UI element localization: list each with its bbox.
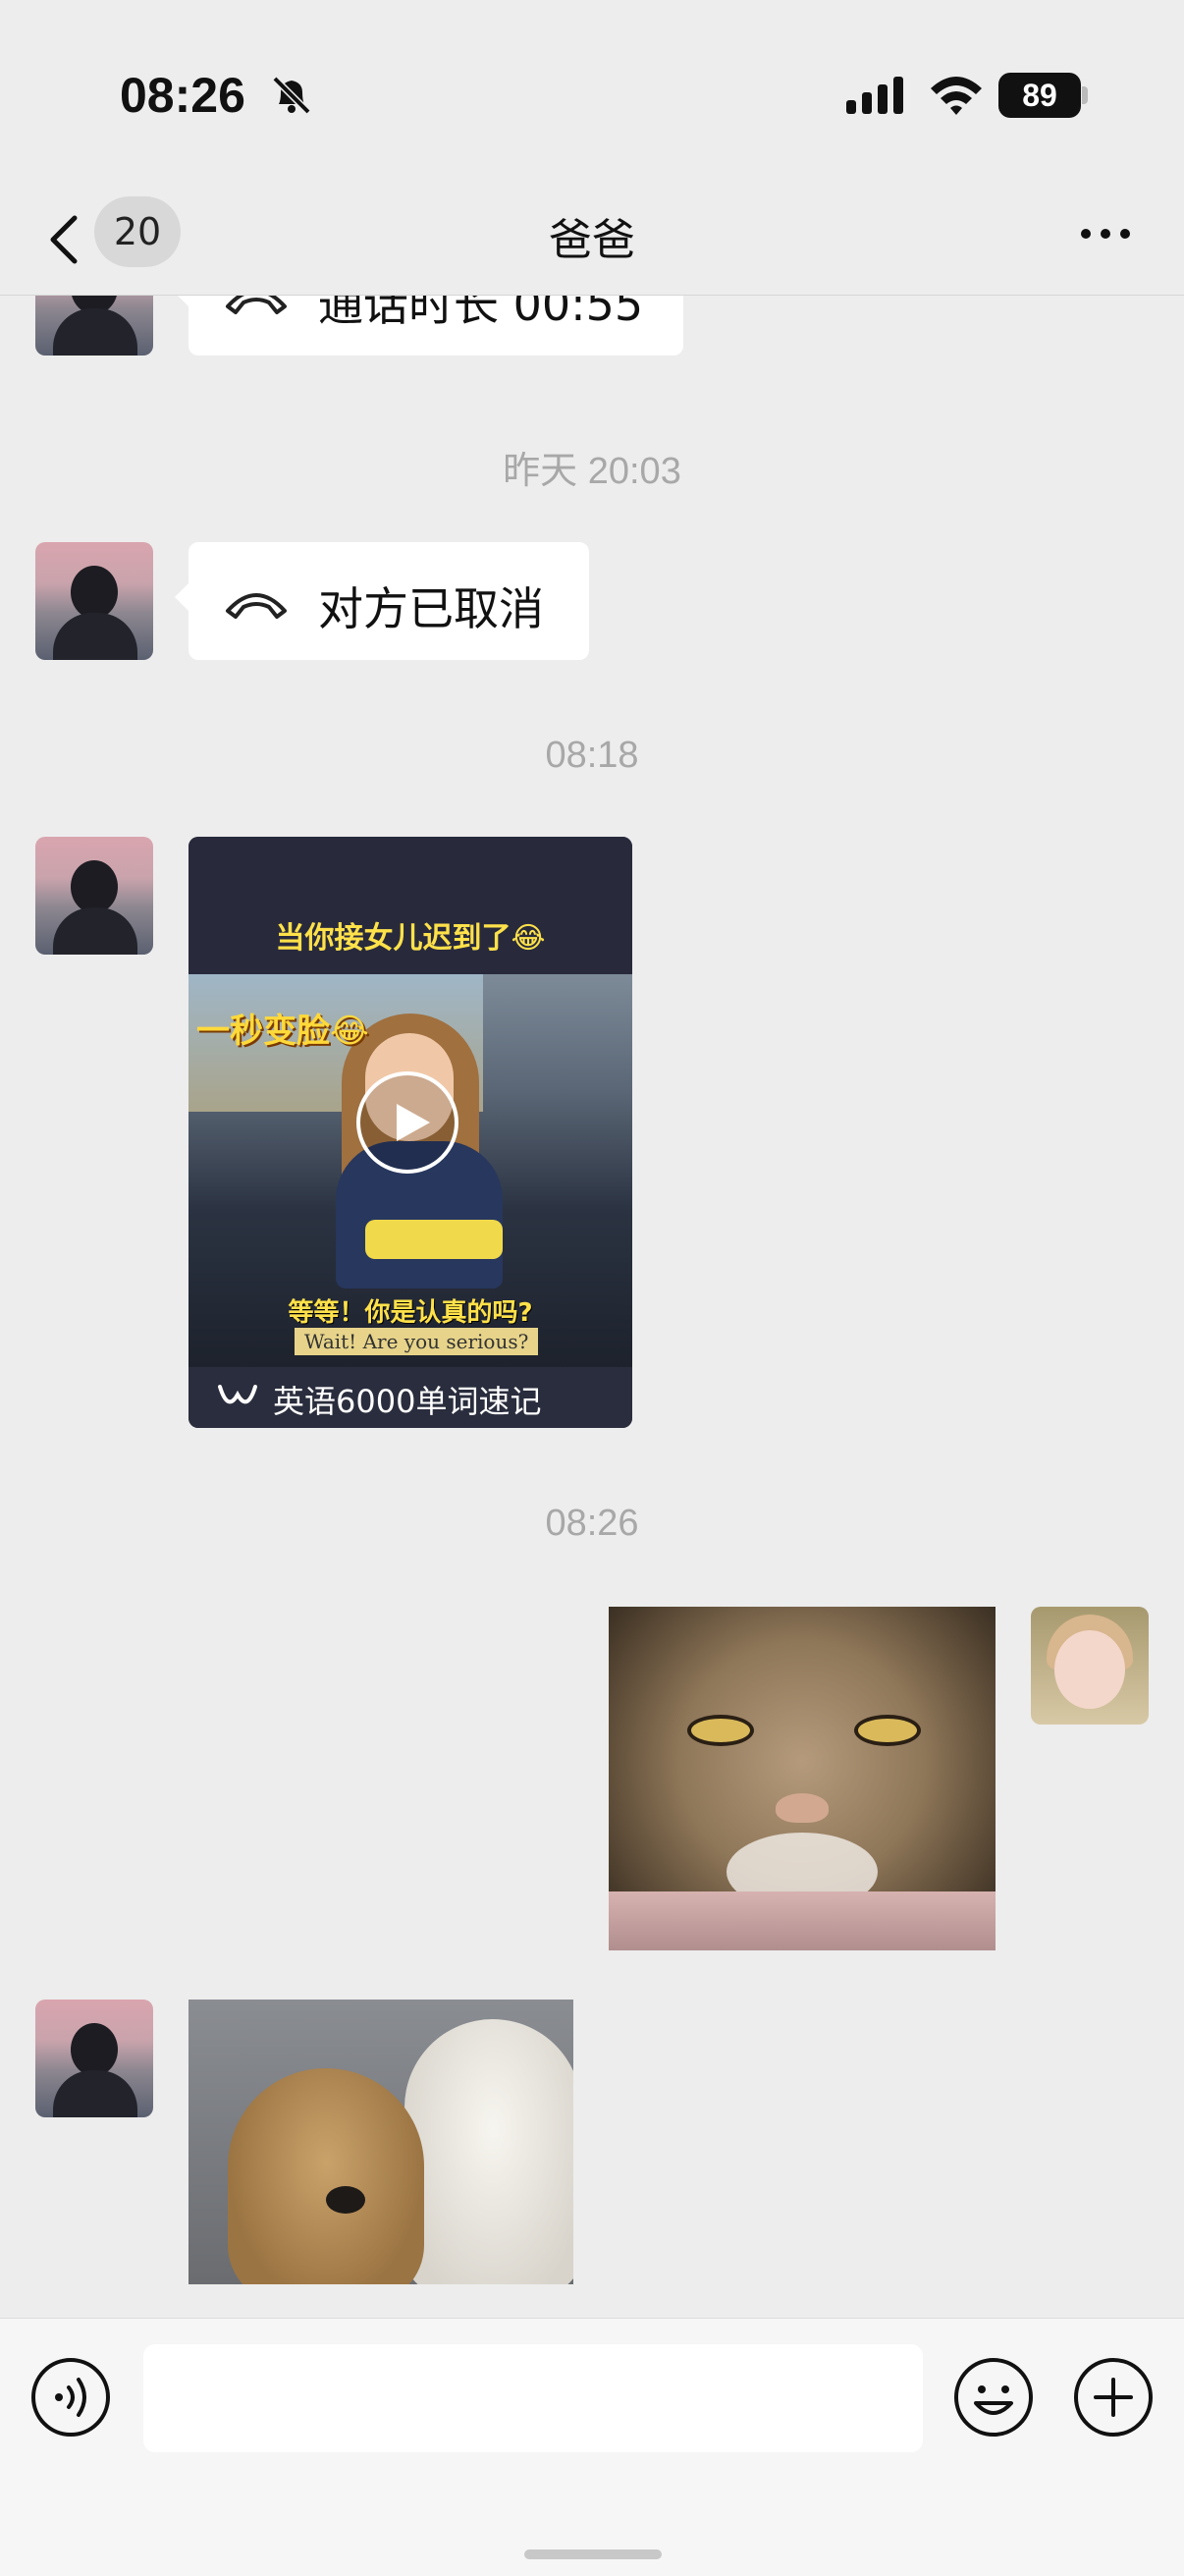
plus-icon[interactable] [1072, 2356, 1155, 2439]
chat-header: 20 爸爸 [0, 187, 1184, 296]
contact-avatar[interactable] [35, 837, 153, 955]
play-icon[interactable] [353, 1069, 461, 1177]
timestamp: 昨天 20:03 [503, 451, 681, 492]
input-bar [0, 2318, 1184, 2576]
status-time: 08:26 [120, 68, 245, 123]
chat-title: 爸爸 [549, 215, 635, 265]
cellular-signal-icon [846, 77, 903, 114]
contact-avatar[interactable] [35, 295, 153, 356]
status-bar: 08:26 89 [0, 0, 1184, 187]
contact-avatar[interactable] [35, 542, 153, 660]
channels-logo-icon [218, 1385, 257, 1404]
video-source-bar: 英语6000单词速记 [188, 1367, 632, 1428]
emoji-icon[interactable] [952, 2356, 1035, 2439]
video-message[interactable]: 当你接女儿迟到了😂 一秒变脸😂 等等！你是认真的吗? Wait! Are you… [188, 837, 632, 1428]
cat-image-message[interactable] [609, 1607, 996, 1950]
message-input[interactable] [143, 2344, 923, 2452]
video-caption: 当你接女儿迟到了😂 [275, 921, 546, 956]
video-top-band: 当你接女儿迟到了😂 [188, 837, 632, 974]
timestamp: 08:18 [545, 735, 639, 776]
chat-messages[interactable]: 通话时长 00:55 昨天 20:03 对方已取消 08:18 当你接女儿迟到了… [0, 295, 1184, 2318]
contact-avatar[interactable] [35, 2000, 153, 2117]
battery-indicator: 89 [998, 73, 1081, 118]
silent-bell-icon [272, 76, 311, 115]
phone-hangup-icon [226, 295, 287, 314]
video-source-name: 英语6000单词速记 [273, 1383, 542, 1420]
video-label-cn: 等等！你是认真的吗? [288, 1298, 533, 1328]
my-avatar[interactable] [1031, 1607, 1149, 1725]
battery-tip [1082, 86, 1088, 104]
call-cancelled-message[interactable]: 对方已取消 [175, 542, 589, 660]
dogs-image-message[interactable] [188, 2000, 573, 2284]
home-indicator[interactable] [524, 2549, 662, 2559]
more-dots-icon[interactable] [1076, 216, 1135, 251]
voice-icon[interactable] [29, 2356, 112, 2439]
video-label-left: 一秒变脸😂 [196, 1012, 369, 1051]
wifi-icon [931, 77, 982, 115]
video-label-en: Wait! Are you serious? [295, 1328, 539, 1355]
call-duration-text: 通话时长 00:55 [318, 295, 644, 331]
call-duration-message[interactable]: 通话时长 00:55 [175, 295, 683, 356]
call-cancelled-text: 对方已取消 [318, 582, 544, 635]
phone-hangup-icon [226, 593, 287, 619]
timestamp: 08:26 [545, 1503, 639, 1544]
